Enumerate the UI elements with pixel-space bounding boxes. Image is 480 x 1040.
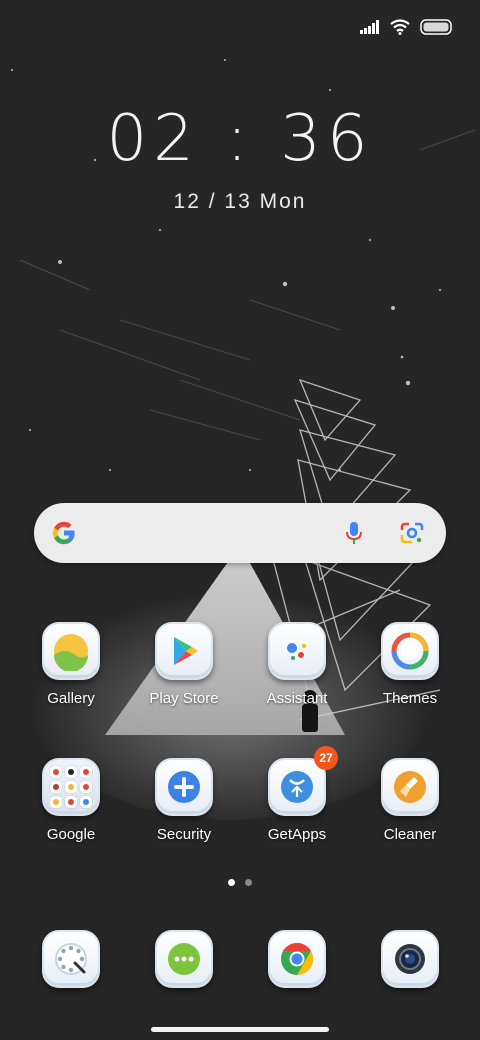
app-label: Google (46, 826, 96, 843)
google-lens-icon[interactable] (398, 519, 426, 547)
play-store-icon (174, 637, 198, 665)
notification-badge: 27 (314, 746, 338, 770)
security-icon (168, 771, 200, 803)
gallery-icon (54, 634, 88, 671)
wifi-icon (390, 19, 410, 35)
phone-dialer-icon (55, 943, 87, 975)
google-logo-icon (52, 521, 75, 545)
google-search-bar[interactable] (34, 503, 446, 563)
assistant-icon (287, 643, 307, 660)
app-google-folder[interactable]: Google (15, 758, 127, 843)
app-cleaner[interactable]: Cleaner (354, 758, 466, 843)
app-play-store[interactable]: Play Store (128, 622, 240, 707)
dock-messages[interactable] (128, 930, 240, 988)
page-indicator (0, 879, 480, 886)
app-label: Gallery (47, 690, 95, 707)
clock-date[interactable]: 12 / 13 Mon (0, 190, 480, 214)
clock-time[interactable]: 02 : 36 (0, 102, 480, 176)
dock-phone[interactable] (15, 930, 127, 988)
cleaner-icon (394, 771, 426, 803)
getapps-icon (281, 771, 313, 803)
battery-icon (420, 19, 452, 35)
status-bar (360, 16, 452, 38)
app-label: Cleaner (383, 826, 437, 843)
home-indicator[interactable] (151, 1027, 329, 1032)
dock-camera[interactable] (354, 930, 466, 988)
app-label: GetApps (267, 826, 327, 843)
app-label: Assistant (266, 690, 328, 707)
signal-icon (360, 20, 379, 34)
chrome-icon (281, 942, 314, 976)
microphone-icon[interactable] (340, 519, 368, 547)
dock-chrome[interactable] (241, 930, 353, 988)
app-label: Play Store (149, 690, 219, 707)
themes-icon (391, 632, 429, 670)
google-folder-icon (50, 766, 92, 808)
app-gallery[interactable]: Gallery (15, 622, 127, 707)
app-assistant[interactable]: Assistant (241, 622, 353, 707)
app-label: Security (156, 826, 212, 843)
app-themes[interactable]: Themes (354, 622, 466, 707)
app-label: Themes (382, 690, 438, 707)
page-dot-1[interactable] (228, 879, 235, 886)
app-getapps[interactable]: 27 GetApps (241, 746, 353, 843)
messages-icon (168, 943, 200, 975)
app-security[interactable]: Security (128, 758, 240, 843)
camera-icon (395, 944, 425, 974)
page-dot-2[interactable] (245, 879, 252, 886)
